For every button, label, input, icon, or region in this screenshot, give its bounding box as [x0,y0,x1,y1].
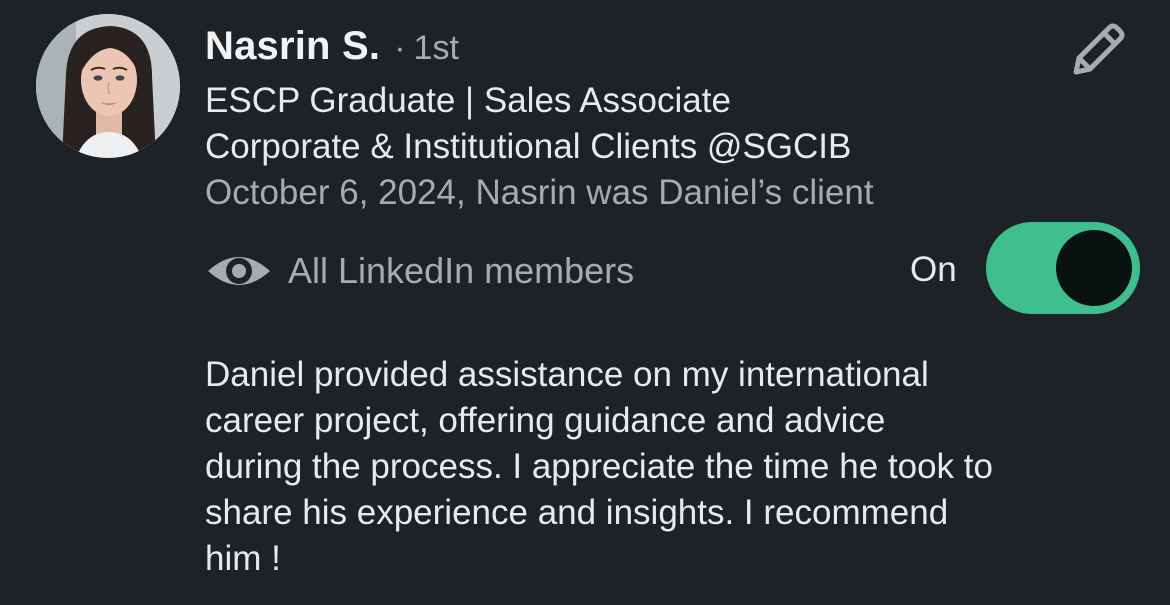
author-name[interactable]: Nasrin S. [205,24,380,69]
avatar[interactable] [36,14,180,158]
visibility-setting: All LinkedIn members [206,246,634,296]
author-headline-line1: ESCP Graduate | Sales Associate [205,81,731,120]
eye-icon [206,246,272,296]
recommendation-card: Nasrin S. · 1st ESCP Graduate | Sales As… [0,0,1170,605]
visibility-toggle[interactable] [986,222,1140,314]
recommendation-text: Daniel provided assistance on my interna… [205,355,993,578]
degree-separator: · [394,29,406,67]
pencil-icon [1073,23,1125,75]
toggle-knob[interactable] [1056,230,1132,306]
visibility-label: All LinkedIn members [288,250,635,291]
author-row: Nasrin S. · 1st [205,24,459,74]
connection-degree: 1st [413,29,459,67]
relationship-text: October 6, 2024, Nasrin was Daniel’s cli… [205,173,874,212]
toggle-state-label: On [910,250,957,289]
edit-button[interactable] [1064,18,1130,84]
author-headline-line2: Corporate & Institutional Clients @SGCIB [205,127,852,166]
avatar-image [36,14,180,158]
